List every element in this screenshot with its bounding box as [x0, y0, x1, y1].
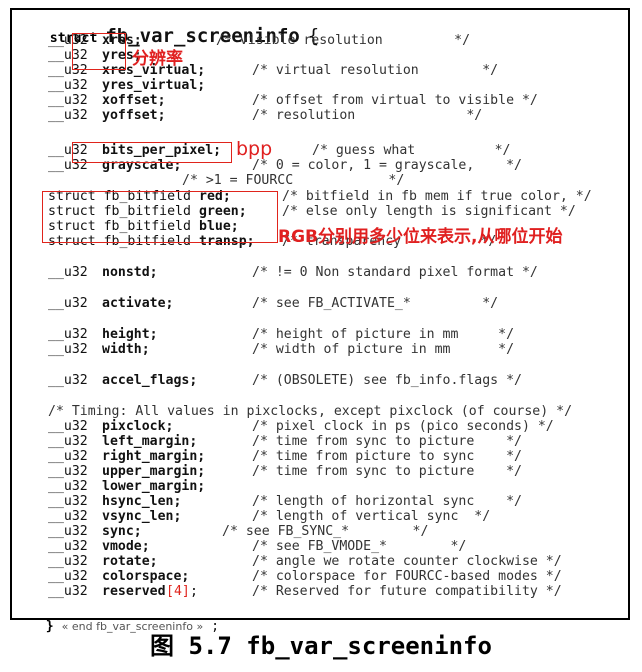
code-comment: /* time from sync to picture */: [252, 464, 522, 479]
code-comment: /* (OBSOLETE) see fb_info.flags */: [252, 373, 522, 388]
code-comment: /* time from picture to sync */: [252, 449, 522, 464]
field-name: pixclock;: [102, 419, 174, 434]
field-name: left_margin;: [102, 434, 198, 449]
field-name: height;: [102, 327, 158, 342]
code-comment: /* bitfield in fb mem if true color, */: [282, 189, 592, 204]
field-type: __u32: [48, 554, 88, 569]
field-type: __u32: [48, 342, 88, 357]
field-type: __u32: [48, 93, 88, 108]
rgb-annotation: RGB分别用多少位来表示,从哪位开始: [278, 227, 563, 247]
field-name: upper_margin;: [102, 464, 206, 479]
code-comment: /* colorspace for FOURCC-based modes */: [252, 569, 562, 584]
field-type: __u32: [48, 108, 88, 123]
code-comment: /* see FB_VMODE_* */: [252, 539, 467, 554]
field-name: yres_virtual;: [102, 78, 206, 93]
field-type: __u32: [48, 327, 88, 342]
code-comment: /* offset from virtual to visible */: [252, 93, 538, 108]
resolution-annotation: 分辨率: [132, 49, 183, 69]
code-comment: /* guess what */: [312, 143, 511, 158]
field-type: __u32: [48, 479, 88, 494]
field-type: __u32: [48, 419, 88, 434]
code-comment: /* length of vertical sync */: [252, 509, 491, 524]
field-type: __u32: [48, 265, 88, 280]
code-comment: /* length of horizontal sync */: [252, 494, 522, 509]
code-comment: /* height of picture in mm */: [252, 327, 515, 342]
resolution-highlight-box: [72, 33, 126, 70]
field-type: __u32: [48, 509, 88, 524]
field-name: right_margin;: [102, 449, 206, 464]
field-type: __u32: [48, 434, 88, 449]
code-comment: /* 0 = color, 1 = grayscale, */: [252, 158, 522, 173]
code-comment: /* time from sync to picture */: [252, 434, 522, 449]
code-comment: /* Reserved for future compatibility */: [252, 584, 562, 599]
code-comment: /* else only length is significant */: [282, 204, 576, 219]
code-comment: /* != 0 Non standard pixel format */: [252, 265, 538, 280]
code-comment: /* Timing: All values in pixclocks, exce…: [48, 404, 573, 419]
field-type: __u32: [48, 584, 88, 599]
rgb-highlight-box: [42, 191, 278, 243]
field-name: activate;: [102, 296, 174, 311]
code-comment: /* see FB_ACTIVATE_* */: [252, 296, 499, 311]
field-name: lower_margin;: [102, 479, 206, 494]
field-name: vsync_len;: [102, 509, 182, 524]
field-type: __u32: [48, 524, 88, 539]
field-name: vmode;: [102, 539, 150, 554]
bpp-annotation: bpp: [236, 138, 273, 160]
code-comment: /* visible resolution */: [216, 33, 471, 48]
field-name: nonstd;: [102, 265, 158, 280]
code-comment: /* resolution */: [252, 108, 483, 123]
bpp-highlight-box: [72, 142, 232, 163]
semicolon: ;: [190, 584, 198, 599]
figure-caption: 图 5.7 fb_var_screeninfo: [150, 632, 492, 660]
field-name: yoffset;: [102, 108, 166, 123]
field-type: __u32: [48, 539, 88, 554]
code-comment: /* pixel clock in ps (pico seconds) */: [252, 419, 554, 434]
field-type: __u32: [48, 569, 88, 584]
code-listing-box: struct fb_var_screeninfo { __u32 xres;/* …: [10, 8, 630, 634]
field-name: colorspace;: [102, 569, 190, 584]
code-comment: /* width of picture in mm */: [252, 342, 515, 357]
field-type: __u32: [48, 78, 88, 93]
code-comment: /* see FB_SYNC_* */: [222, 524, 429, 539]
code-comment: /* >1 = FOURCC */: [182, 173, 405, 188]
field-name: hsync_len;: [102, 494, 182, 509]
array-index: [4]: [166, 584, 190, 599]
field-type: __u32: [48, 373, 88, 388]
field-type: __u32: [48, 296, 88, 311]
code-comment: /* virtual resolution */: [252, 63, 499, 78]
field-name: xoffset;: [102, 93, 166, 108]
field-name: width;: [102, 342, 150, 357]
field-name: accel_flags;: [102, 373, 198, 388]
code-comment: /* angle we rotate counter clockwise */: [252, 554, 562, 569]
field-name: rotate;: [102, 554, 158, 569]
field-type: __u32: [48, 464, 88, 479]
field-type: __u32: [48, 449, 88, 464]
field-name: reserved: [102, 584, 166, 599]
field-name: sync;: [102, 524, 142, 539]
field-type: __u32: [48, 494, 88, 509]
